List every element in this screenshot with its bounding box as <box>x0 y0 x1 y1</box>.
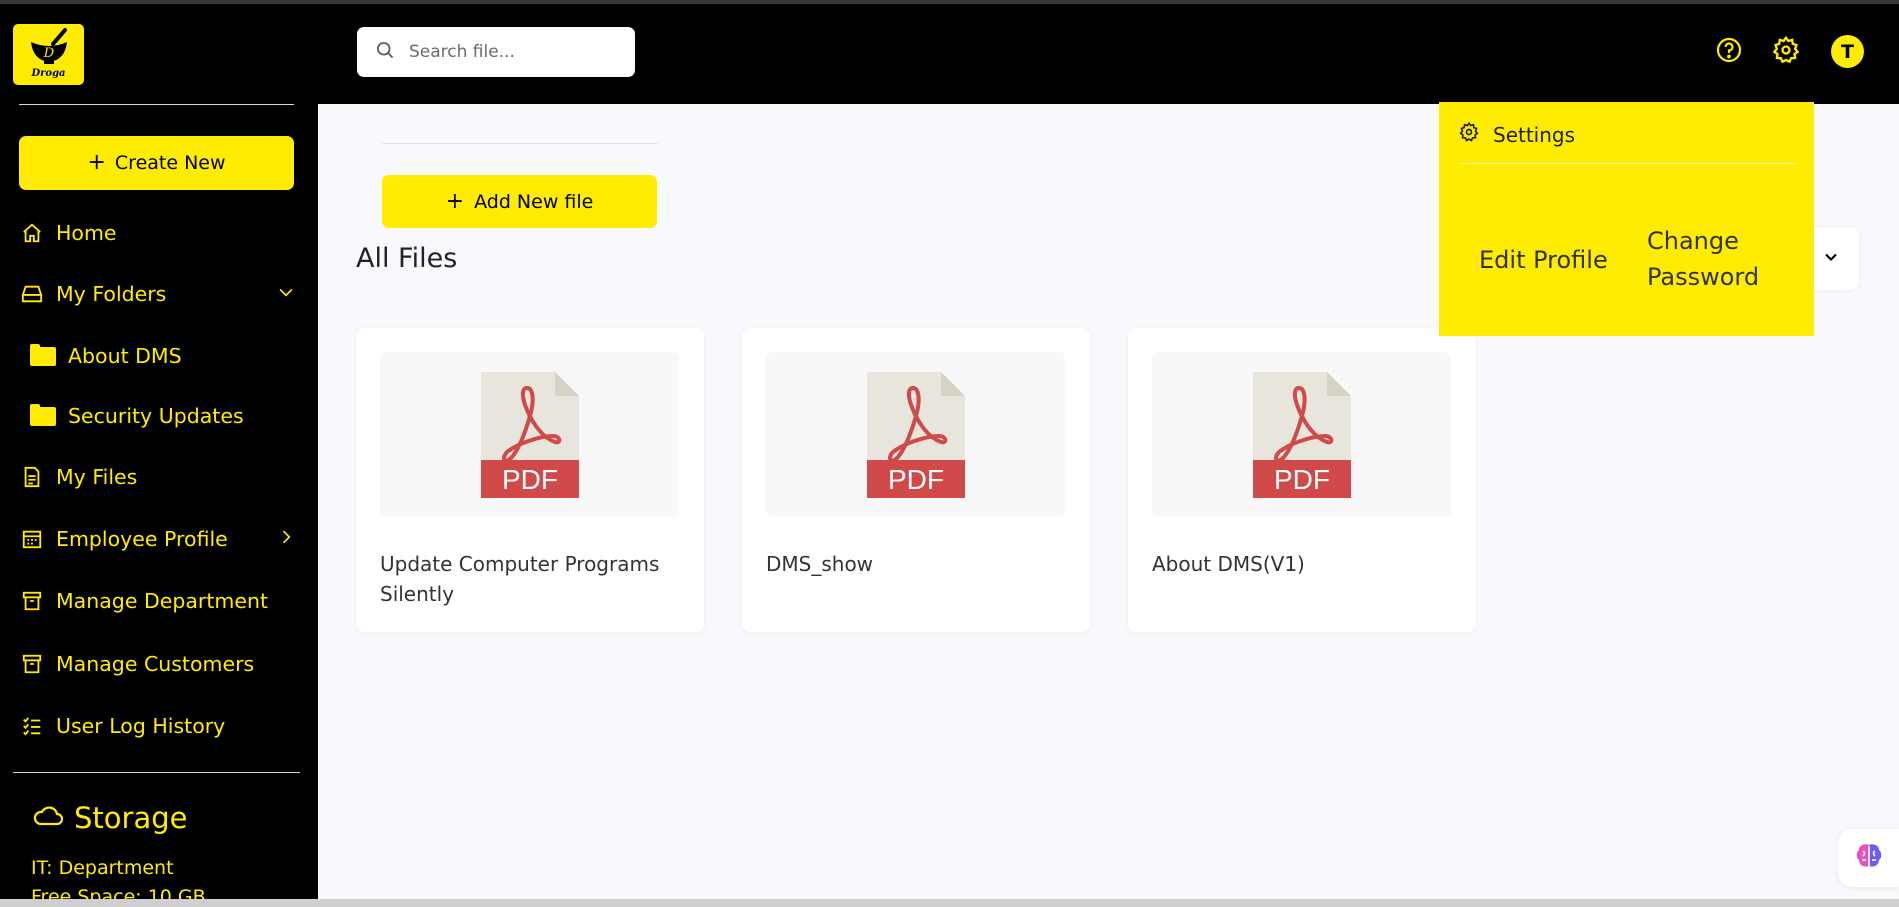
mortar-icon: D <box>31 28 67 64</box>
dropdown-settings-label: Settings <box>1493 122 1576 147</box>
gear-icon[interactable] <box>1772 36 1800 64</box>
sidebar-item-about-dms[interactable]: About DMS <box>0 334 318 378</box>
add-new-file-button[interactable]: + Add New file <box>382 175 657 228</box>
sidebar-item-user-log-history[interactable]: User Log History <box>0 704 318 748</box>
sidebar-item-my-folders[interactable]: My Folders <box>0 272 318 316</box>
dropdown-divider <box>1459 163 1795 164</box>
archive-icon <box>20 589 44 613</box>
tray-icon <box>20 282 44 306</box>
storage-department: IT: Department <box>31 857 174 879</box>
create-new-label: Create New <box>114 152 226 174</box>
chevron-right-icon[interactable] <box>276 527 296 552</box>
sidebar-item-label: Manage Department <box>56 589 268 613</box>
help-icon[interactable] <box>1715 36 1743 64</box>
top-header: T <box>318 4 1899 104</box>
chevron-down-icon[interactable] <box>276 282 296 307</box>
svg-text:PDF: PDF <box>502 464 558 495</box>
file-thumbnail: PDF <box>380 352 679 517</box>
folder-icon <box>30 403 56 426</box>
window-bottom-border <box>0 899 1899 907</box>
sidebar-item-label: Home <box>56 221 117 245</box>
sidebar-item-label: Security Updates <box>68 404 244 428</box>
chevron-down-icon <box>1821 247 1841 271</box>
file-icon <box>20 465 44 489</box>
search-icon <box>375 40 395 64</box>
gear-icon <box>1459 121 1479 147</box>
user-avatar[interactable]: T <box>1831 35 1864 68</box>
sidebar-item-label: User Log History <box>56 714 226 738</box>
pdf-icon: PDF <box>480 371 579 498</box>
file-card[interactable]: PDF DMS_show <box>742 328 1090 632</box>
page-title: All Files <box>356 243 458 274</box>
add-new-file-label: Add New file <box>474 190 594 213</box>
sidebar-item-label: My Folders <box>56 282 167 306</box>
svg-text:D: D <box>43 46 55 61</box>
sidebar-item-manage-department[interactable]: Manage Department <box>0 579 318 623</box>
sidebar: D Droga + Create New Home My Folders Abo… <box>0 4 318 903</box>
cloud-icon <box>32 801 64 835</box>
sidebar-divider <box>13 772 300 773</box>
edit-profile-link[interactable]: Edit Profile <box>1479 242 1629 278</box>
plus-icon: + <box>87 150 106 175</box>
svg-text:PDF: PDF <box>1274 464 1330 495</box>
file-card[interactable]: PDF About DMS(V1) <box>1128 328 1476 632</box>
content-divider <box>382 143 658 144</box>
app-logo[interactable]: D Droga <box>13 24 84 85</box>
file-thumbnail: PDF <box>766 352 1065 517</box>
create-new-button[interactable]: + Create New <box>19 136 294 190</box>
sidebar-item-employee-profile[interactable]: Employee Profile <box>0 517 318 561</box>
sidebar-item-security-updates[interactable]: Security Updates <box>0 394 318 438</box>
search-box[interactable] <box>357 27 635 77</box>
file-thumbnail: PDF <box>1152 352 1451 517</box>
plus-icon: + <box>445 188 465 214</box>
change-password-link[interactable]: Change Password <box>1647 223 1787 295</box>
storage-heading: Storage <box>32 801 187 835</box>
calendar-icon <box>20 527 44 551</box>
file-name: Update Computer Programs Silently <box>380 552 660 606</box>
archive-icon <box>20 652 44 676</box>
home-icon <box>20 221 44 245</box>
sidebar-item-label: Employee Profile <box>56 527 228 551</box>
folder-icon <box>30 343 56 366</box>
checklist-icon <box>20 714 44 738</box>
sidebar-item-home[interactable]: Home <box>0 211 318 255</box>
file-name: DMS_show <box>766 552 874 576</box>
sidebar-divider <box>19 104 294 105</box>
brain-icon <box>1853 840 1885 876</box>
search-input[interactable] <box>409 42 609 62</box>
sidebar-item-label: Manage Customers <box>56 652 255 676</box>
pdf-icon: PDF <box>1252 371 1351 498</box>
svg-text:PDF: PDF <box>888 464 944 495</box>
settings-dropdown: Settings Edit Profile Change Password <box>1439 102 1814 336</box>
sidebar-item-label: About DMS <box>68 344 182 368</box>
file-card[interactable]: PDF Update Computer Programs Silently <box>356 328 704 632</box>
pdf-icon: PDF <box>866 371 965 498</box>
sidebar-item-label: My Files <box>56 465 138 489</box>
dropdown-settings-item[interactable]: Settings <box>1459 121 1576 147</box>
assistant-widget-button[interactable] <box>1838 829 1899 887</box>
sidebar-item-my-files[interactable]: My Files <box>0 455 318 499</box>
file-name: About DMS(V1) <box>1152 552 1305 576</box>
sidebar-item-manage-customers[interactable]: Manage Customers <box>0 642 318 686</box>
storage-title: Storage <box>74 801 188 835</box>
logo-text: Droga <box>31 68 66 79</box>
